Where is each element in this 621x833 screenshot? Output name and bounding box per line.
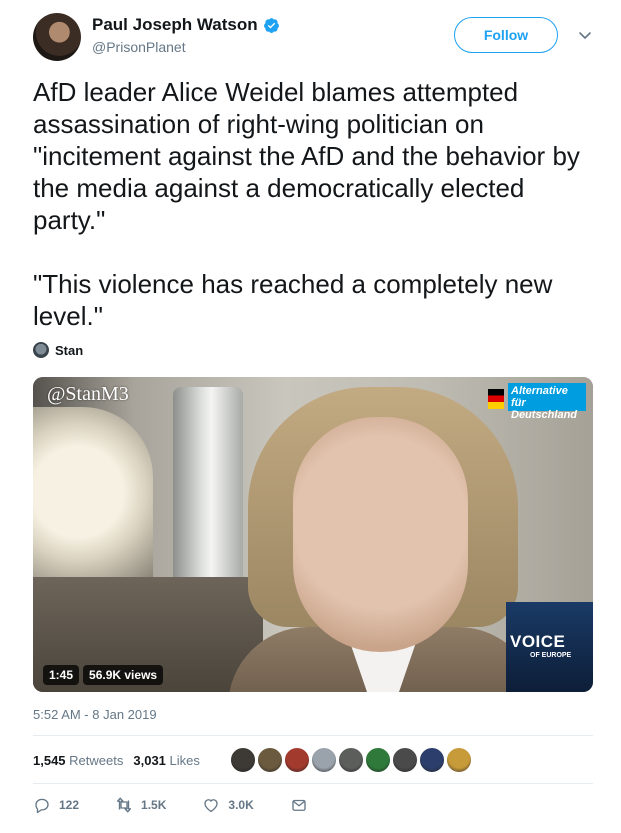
- reply-count: 122: [59, 798, 80, 812]
- retweet-icon[interactable]: [115, 796, 133, 814]
- tweet-actions: 122 1.5K 3.0K: [33, 796, 344, 814]
- liker-avatar[interactable]: [257, 747, 283, 773]
- video-watermark: @StanM3: [47, 383, 129, 405]
- video-cup: [173, 387, 243, 587]
- video-person: [228, 387, 538, 692]
- video-player[interactable]: @StanM3 Alternative für Deutschland VOIC…: [33, 377, 593, 692]
- voe-title: VOICE: [510, 632, 566, 651]
- liker-avatar[interactable]: [284, 747, 310, 773]
- video-duration: 1:45: [43, 665, 80, 685]
- liker-avatar[interactable]: [338, 747, 364, 773]
- tweet-timestamp[interactable]: 5:52 AM - 8 Jan 2019: [33, 707, 157, 722]
- liker-avatar[interactable]: [419, 747, 445, 773]
- reply-icon[interactable]: [33, 796, 51, 814]
- retweet-action[interactable]: 1.5K: [115, 796, 166, 814]
- reply-action[interactable]: 122: [33, 796, 79, 814]
- liker-avatar[interactable]: [392, 747, 418, 773]
- video-views: 56.9K views: [83, 665, 164, 685]
- verified-badge-icon: [263, 17, 279, 33]
- tweet-stats: 1,545 Retweets 3,031 Likes: [33, 745, 210, 775]
- follow-button[interactable]: Follow: [454, 17, 558, 53]
- retweets-label: Retweets: [69, 752, 124, 768]
- video-attribution[interactable]: Stan: [33, 342, 83, 358]
- attribution-name[interactable]: Stan: [55, 343, 83, 358]
- like-count: 3.0K: [228, 798, 254, 812]
- author-name[interactable]: Paul Joseph Watson: [92, 15, 258, 35]
- liker-avatar[interactable]: [446, 747, 472, 773]
- afd-logo: Alternative für Deutschland: [488, 383, 588, 421]
- author-name-row[interactable]: Paul Joseph Watson: [92, 15, 280, 35]
- like-action[interactable]: 3.0K: [202, 796, 254, 814]
- like-icon[interactable]: [202, 796, 220, 814]
- likes-stat[interactable]: 3,031 Likes: [133, 753, 200, 768]
- afd-logo-text: Alternative für Deutschland: [508, 383, 586, 421]
- voice-of-europe-logo: VOICE OF EUROPE: [506, 602, 593, 692]
- likers-avatars: [230, 747, 472, 773]
- author-handle[interactable]: @PrisonPlanet: [92, 39, 186, 55]
- retweet-count: 1.5K: [141, 798, 167, 812]
- divider-bottom: [33, 783, 593, 784]
- direct-message-icon[interactable]: [290, 796, 308, 814]
- divider-top: [33, 735, 593, 736]
- video-lamp: [33, 407, 153, 577]
- likes-label: Likes: [169, 752, 200, 768]
- liker-avatar[interactable]: [365, 747, 391, 773]
- video-info-badges: 1:45 56.9K views: [43, 665, 164, 685]
- tweet-text: AfD leader Alice Weidel blames attempted…: [33, 77, 580, 331]
- retweets-stat[interactable]: 1,545 Retweets: [33, 753, 123, 768]
- chevron-down-icon[interactable]: [577, 27, 593, 43]
- tweet-header: Paul Joseph Watson @PrisonPlanet Follow: [33, 13, 603, 63]
- voe-subtitle: OF EUROPE: [530, 652, 572, 659]
- liker-avatar[interactable]: [311, 747, 337, 773]
- direct-message-action[interactable]: [290, 796, 308, 814]
- german-flag-icon: [488, 389, 504, 409]
- liker-avatar[interactable]: [230, 747, 256, 773]
- author-avatar[interactable]: [33, 13, 81, 61]
- attribution-avatar[interactable]: [33, 342, 49, 358]
- likes-count: 3,031: [133, 752, 166, 768]
- video-person-face: [293, 417, 468, 652]
- retweets-count: 1,545: [33, 752, 66, 768]
